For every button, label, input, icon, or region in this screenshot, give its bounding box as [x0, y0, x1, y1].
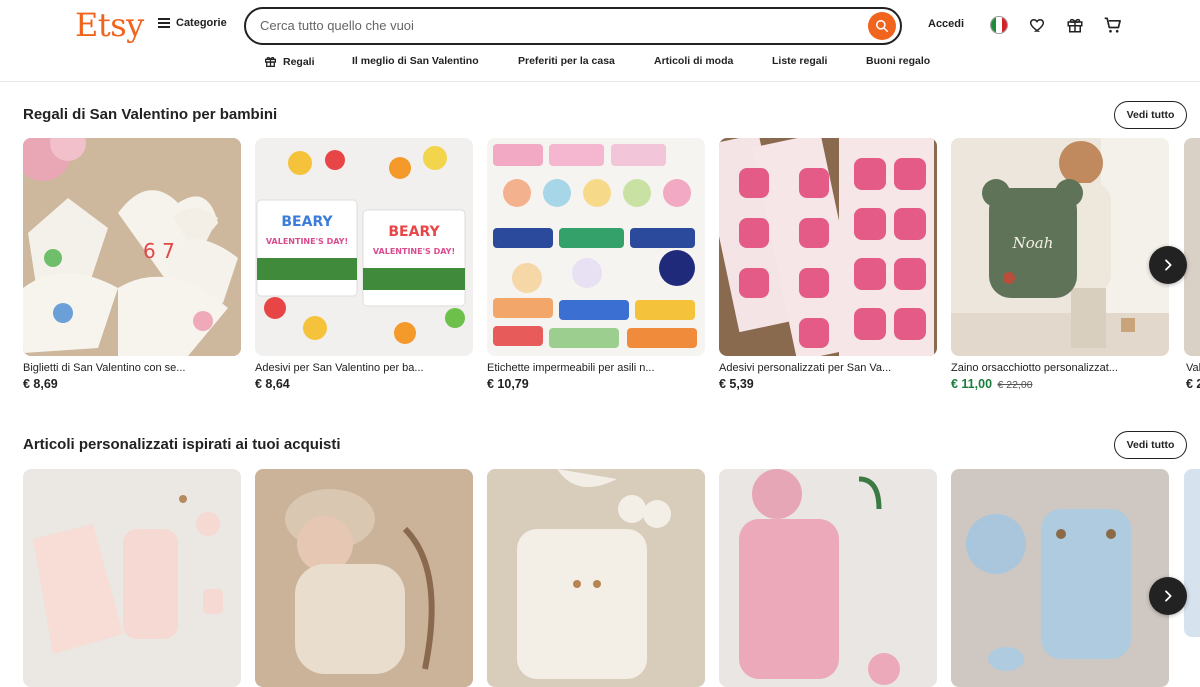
language-region-button[interactable]	[988, 14, 1010, 36]
svg-text:Noah: Noah	[1012, 234, 1054, 252]
nav-item-valentines[interactable]: Il meglio di San Valentino	[352, 55, 479, 67]
product-card[interactable]: BEARY VALENTINE'S DAY! BEARY VALENTINE'S…	[255, 138, 473, 391]
product-image-partial[interactable]	[1184, 138, 1200, 356]
italy-flag-icon	[990, 16, 1008, 34]
product-card[interactable]: Noah Zaino orsacchiotto personalizzat...…	[951, 138, 1169, 391]
product-price: € 11,00 € 22,00	[951, 377, 1169, 391]
product-card[interactable]: Etichette impermeabili per asili n... € …	[487, 138, 705, 391]
categories-label: Categorie	[176, 17, 227, 29]
search-bar	[244, 7, 902, 45]
gift-button[interactable]	[1064, 14, 1086, 36]
signin-link[interactable]: Accedi	[928, 18, 964, 30]
product-title[interactable]: Adesivi personalizzati per San Va...	[719, 362, 929, 374]
product-image[interactable]	[719, 469, 937, 687]
product-image[interactable]	[23, 469, 241, 687]
svg-text:BEARY: BEARY	[388, 224, 440, 240]
product-card[interactable]	[23, 469, 241, 687]
svg-text:6 7: 6 7	[143, 239, 175, 263]
nav-item-home-favorites[interactable]: Preferiti per la casa	[518, 55, 615, 67]
search-button[interactable]	[868, 12, 896, 40]
product-image[interactable]	[487, 138, 705, 356]
category-nav: Regali Il meglio di San Valentino Prefer…	[0, 55, 1200, 71]
product-image-partial[interactable]	[1184, 469, 1200, 637]
favorites-button[interactable]	[1026, 14, 1048, 36]
categories-button[interactable]: Categorie	[158, 17, 227, 29]
product-title[interactable]: Zaino orsacchiotto personalizzat...	[951, 362, 1161, 374]
svg-text:VALENTINE'S DAY!: VALENTINE'S DAY!	[373, 247, 455, 256]
product-image[interactable]: 6 7	[23, 138, 241, 356]
gift-icon	[264, 56, 277, 68]
original-price: € 22,00	[997, 379, 1033, 391]
see-all-button[interactable]: Vedi tutto	[1114, 431, 1187, 459]
section-title: Articoli personalizzati ispirati ai tuoi…	[23, 436, 341, 453]
section-title: Regali di San Valentino per bambini	[23, 106, 278, 123]
product-image[interactable]	[255, 469, 473, 687]
product-price: € 8,64	[255, 377, 290, 391]
product-card[interactable]: Adesivi personalizzati per San Va... € 5…	[719, 138, 937, 391]
product-card[interactable]	[719, 469, 937, 687]
gift-icon	[1067, 18, 1083, 33]
product-price: € 5,39	[719, 377, 754, 391]
product-image[interactable]	[951, 469, 1169, 687]
nav-item-registry[interactable]: Liste regali	[772, 55, 827, 67]
product-image[interactable]: Noah	[951, 138, 1169, 356]
product-card[interactable]	[255, 469, 473, 687]
chevron-right-icon	[1165, 259, 1172, 271]
cart-icon	[1104, 17, 1121, 33]
product-title[interactable]: Biglietti di San Valentino con se...	[23, 362, 233, 374]
heart-icon	[1029, 18, 1045, 32]
svg-text:VALENTINE'S DAY!: VALENTINE'S DAY!	[266, 237, 348, 246]
product-price-partial: € 2	[1186, 377, 1200, 391]
product-card[interactable]	[487, 469, 705, 687]
product-card[interactable]	[951, 469, 1169, 687]
etsy-logo[interactable]: Etsy	[75, 6, 144, 44]
product-price: € 10,79	[487, 377, 529, 391]
carousel-next-button[interactable]	[1149, 577, 1187, 615]
product-price: € 8,69	[23, 377, 58, 391]
product-image[interactable]	[487, 469, 705, 687]
cart-button[interactable]	[1102, 14, 1124, 36]
search-icon	[875, 19, 889, 33]
see-all-button[interactable]: Vedi tutto	[1114, 101, 1187, 129]
chevron-right-icon	[1165, 590, 1172, 602]
product-image[interactable]	[719, 138, 937, 356]
carousel-next-button[interactable]	[1149, 246, 1187, 284]
nav-item-fashion[interactable]: Articoli di moda	[654, 55, 733, 67]
sale-price: € 11,00	[951, 377, 993, 391]
product-title-partial[interactable]: Val	[1186, 362, 1200, 374]
product-image[interactable]: BEARY VALENTINE'S DAY! BEARY VALENTINE'S…	[255, 138, 473, 356]
product-card[interactable]: 6 7 Biglietti di San Valentino con se...…	[23, 138, 241, 391]
product-title[interactable]: Etichette impermeabili per asili n...	[487, 362, 697, 374]
svg-text:BEARY: BEARY	[281, 214, 333, 230]
search-input[interactable]	[260, 18, 840, 33]
site-header: Etsy Categorie Accedi Regali Il meglio d…	[0, 0, 1200, 82]
nav-item-gift-cards[interactable]: Buoni regalo	[866, 55, 930, 67]
product-title[interactable]: Adesivi per San Valentino per ba...	[255, 362, 465, 374]
menu-icon	[158, 18, 170, 28]
nav-item-gifts[interactable]: Regali	[264, 55, 315, 68]
nav-item-label: Regali	[283, 55, 315, 68]
